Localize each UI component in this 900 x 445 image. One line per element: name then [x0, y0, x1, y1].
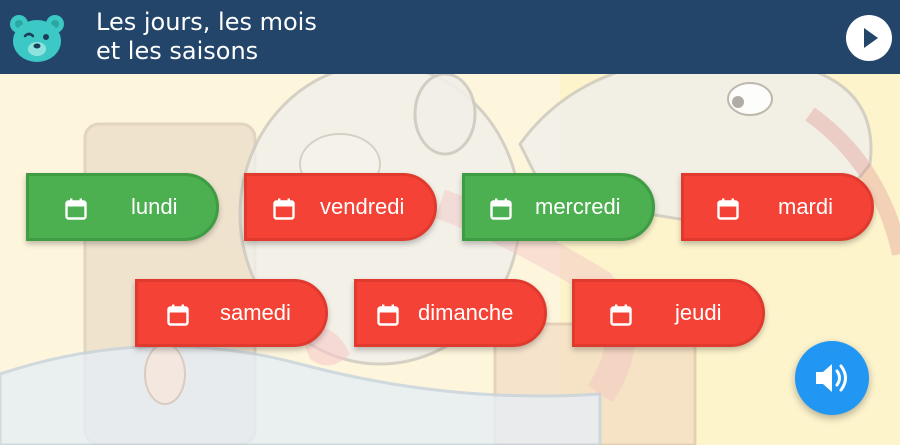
calendar-icon: [65, 198, 87, 220]
calendar-icon: [377, 304, 399, 326]
tag-mardi[interactable]: mardi: [681, 173, 874, 241]
background-illustration: [0, 74, 900, 445]
page-title: Les jours, les mois et les saisons: [96, 8, 317, 66]
bear-face-icon: [10, 15, 64, 62]
calendar-icon: [717, 198, 739, 220]
tag-label: mardi: [778, 194, 834, 219]
sound-button[interactable]: [795, 341, 869, 415]
title-line-2: et les saisons: [96, 37, 259, 65]
tag-label: dimanche: [418, 300, 514, 325]
calendar-icon: [610, 304, 632, 326]
speaker-icon: [816, 364, 847, 392]
tag-label: jeudi: [675, 300, 722, 325]
tag-samedi[interactable]: samedi: [135, 279, 328, 347]
tag-label: vendredi: [320, 194, 405, 219]
tag-jeudi[interactable]: jeudi: [572, 279, 765, 347]
play-icon: [864, 28, 878, 48]
header-bar: Les jours, les mois et les saisons: [0, 0, 900, 74]
calendar-icon: [167, 304, 189, 326]
tag-mercredi[interactable]: mercredi: [462, 173, 655, 241]
tag-vendredi[interactable]: vendredi: [244, 173, 437, 241]
play-button[interactable]: [846, 15, 892, 61]
tag-lundi[interactable]: lundi: [26, 173, 219, 241]
tag-label: lundi: [131, 194, 178, 219]
tag-label: mercredi: [535, 194, 621, 219]
tag-dimanche[interactable]: dimanche: [354, 279, 547, 347]
title-line-1: Les jours, les mois: [96, 8, 317, 36]
calendar-icon: [273, 198, 295, 220]
tag-label: samedi: [220, 300, 291, 325]
calendar-icon: [490, 198, 512, 220]
